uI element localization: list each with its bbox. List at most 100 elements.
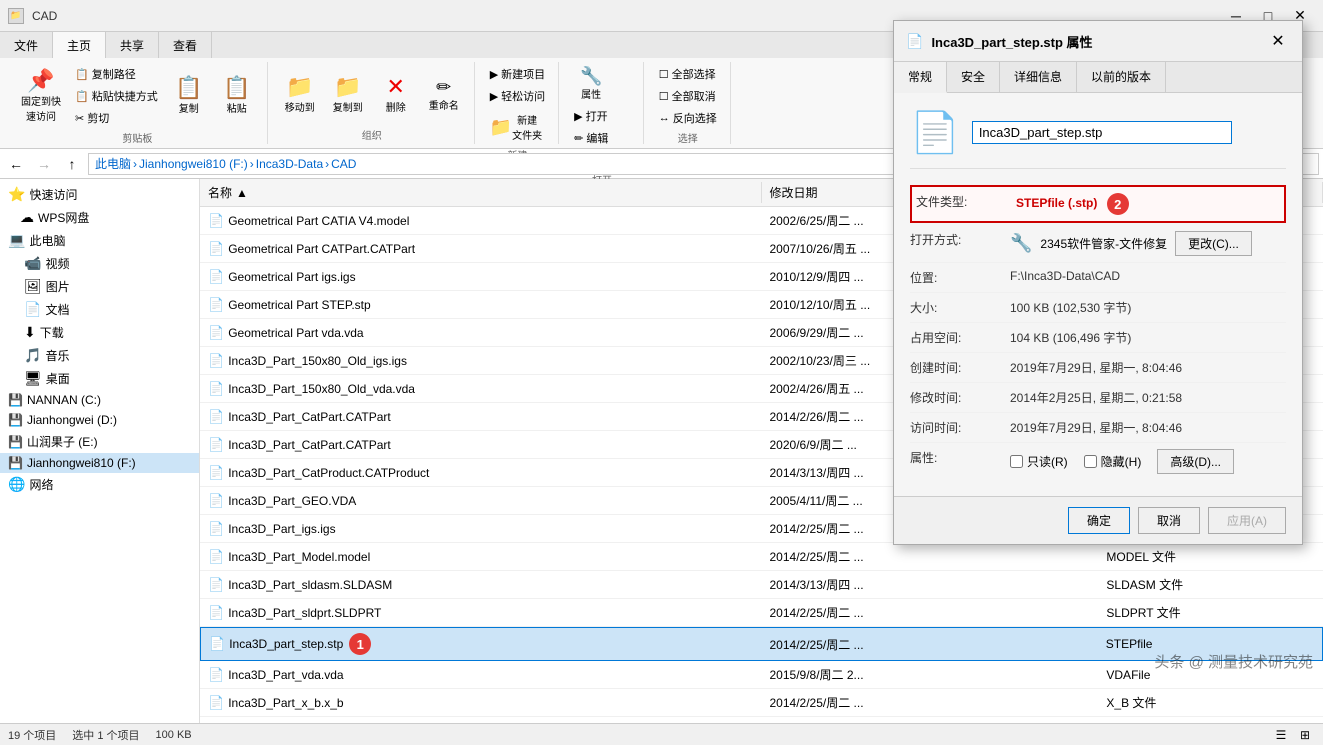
table-row[interactable]: 📄Inca3D_Part_vda.vda2015/9/8/周二 2...VDAF…	[200, 661, 1323, 689]
tab-home[interactable]: 主页	[53, 32, 106, 58]
sidebar-label-this-pc: 此电脑	[29, 232, 65, 249]
ribbon-group-organize: 📁 移动到 📁 复制到 ✕ 删除 ✏ 重命名 组织	[270, 62, 475, 144]
cancel-button[interactable]: 取消	[1138, 507, 1200, 534]
sidebar-item-docs[interactable]: 📄 文档	[0, 298, 199, 321]
sidebar-item-downloads[interactable]: ⬇ 下载	[0, 321, 199, 344]
paste-shortcut-icon: 📋	[75, 90, 89, 103]
readonly-checkbox[interactable]: 只读(R)	[1010, 453, 1068, 470]
sidebar-item-jianhongwei-d[interactable]: 💾 Jianhongwei (D:)	[0, 410, 199, 430]
sidebar-label-quick-access: 快速访问	[29, 186, 77, 203]
pin-to-quick-access-button[interactable]: 📌 固定到快速访问	[16, 67, 66, 126]
file-type-cell: SLDPRT 文件	[1098, 602, 1323, 623]
sidebar-item-desktop[interactable]: 🖥 桌面	[0, 367, 199, 390]
paste-shortcut-button[interactable]: 📋 粘贴快捷方式	[70, 86, 163, 106]
table-row[interactable]: 📄Inca3D_part_step.stp12014/2/25/周二 ...ST…	[200, 627, 1323, 661]
file-name-cell: 📄Inca3D_Part_x_b.x_b	[200, 693, 762, 713]
new-folder-button[interactable]: 📁 新建文件夹	[485, 108, 547, 145]
open-icon: ▶	[574, 110, 582, 123]
tab-file[interactable]: 文件	[0, 32, 53, 58]
sidebar-item-quick-access[interactable]: ⭐ 快速访问	[0, 183, 199, 206]
sidebar-label-music: 音乐	[45, 347, 69, 364]
openwith-label: 打开方式:	[910, 231, 1010, 248]
path-folder[interactable]: Inca3D-Data	[256, 157, 323, 171]
rename-button[interactable]: ✏ 重命名	[422, 75, 466, 115]
file-icon: 📄	[208, 437, 224, 453]
table-row[interactable]: 📄Inca3D_Part_Model.model2014/2/25/周二 ...…	[200, 543, 1323, 571]
table-row[interactable]: 📄Inca3D_Part_x_t.x_t2014/2/25/周二 ...X_T …	[200, 717, 1323, 723]
file-icon: 📄	[208, 723, 224, 724]
new-item-button[interactable]: ▶ 新建项目	[485, 64, 550, 84]
properties-button[interactable]: 🔧 属性	[569, 64, 613, 104]
change-openwith-button[interactable]: 更改(C)...	[1175, 231, 1252, 256]
new-buttons: ▶ 新建项目 ▶ 轻松访问 📁 新建文件夹	[485, 64, 550, 145]
copy-to-button[interactable]: 📁 复制到	[326, 73, 370, 117]
tab-view[interactable]: 查看	[159, 32, 212, 58]
hidden-checkbox[interactable]: 隐藏(H)	[1084, 453, 1142, 470]
edit-button[interactable]: ✏ 编辑	[569, 128, 613, 148]
file-date-cell: 2014/2/25/周二 ...	[762, 720, 1099, 723]
dialog-tab-details[interactable]: 详细信息	[1000, 62, 1077, 92]
dialog-footer: 确定 取消 应用(A)	[894, 496, 1302, 544]
select-buttons: ☐ 全部选择 ☐ 全部取消 ↔ 反向选择	[654, 64, 722, 128]
tab-share[interactable]: 共享	[106, 32, 159, 58]
deselect-all-button[interactable]: ☐ 全部取消	[654, 86, 721, 106]
file-type-cell: STEPfile	[1098, 635, 1322, 653]
paste-button[interactable]: 📋 粘贴	[215, 74, 259, 118]
table-row[interactable]: 📄Inca3D_Part_sldasm.SLDASM2014/3/13/周四 .…	[200, 571, 1323, 599]
sidebar-item-shanying-e[interactable]: 💾 山润果子 (E:)	[0, 430, 199, 453]
move-to-button[interactable]: 📁 移动到	[278, 73, 322, 117]
dialog-row-modified: 修改时间: 2014年2月25日, 星期二, 0:21:58	[910, 383, 1286, 413]
dialog-row-size-on-disk: 占用空间: 104 KB (106,496 字节)	[910, 323, 1286, 353]
sidebar-item-videos[interactable]: 📹 视频	[0, 252, 199, 275]
dialog-tab-previous[interactable]: 以前的版本	[1077, 62, 1166, 92]
path-this-pc[interactable]: 此电脑	[95, 155, 131, 172]
paste-icon: 📋	[223, 77, 250, 99]
cut-button[interactable]: ✂ 剪切	[70, 108, 163, 128]
size-on-disk-label: 占用空间:	[910, 329, 1010, 346]
sidebar-item-jianhongwei810-f[interactable]: 💾 Jianhongwei810 (F:)	[0, 453, 199, 473]
file-name-cell: 📄Geometrical Part vda.vda	[200, 323, 762, 343]
invert-selection-button[interactable]: ↔ 反向选择	[654, 108, 722, 128]
downloads-icon: ⬇	[24, 324, 36, 341]
hidden-input[interactable]	[1084, 455, 1097, 468]
grid-view-button[interactable]: ⊞	[1295, 726, 1315, 744]
table-row[interactable]: 📄Inca3D_Part_sldprt.SLDPRT2014/2/25/周二 .…	[200, 599, 1323, 627]
delete-icon: ✕	[386, 76, 404, 98]
copy-path-icon: 📋	[75, 68, 89, 81]
sidebar-item-this-pc[interactable]: 💻 此电脑	[0, 229, 199, 252]
list-view-button[interactable]: ☰	[1271, 726, 1291, 744]
sidebar-label-shanying-e: 山润果子 (E:)	[27, 433, 98, 450]
readonly-input[interactable]	[1010, 455, 1023, 468]
path-drive[interactable]: Jianhongwei810 (F:)	[139, 157, 248, 171]
back-button[interactable]: ←	[4, 152, 28, 176]
easy-access-button[interactable]: ▶ 轻松访问	[485, 86, 550, 106]
col-header-name[interactable]: 名称 ▲	[200, 182, 762, 203]
path-cad[interactable]: CAD	[331, 157, 356, 171]
sidebar-item-music[interactable]: 🎵 音乐	[0, 344, 199, 367]
ok-button[interactable]: 确定	[1068, 507, 1130, 534]
star-icon: ⭐	[8, 186, 25, 203]
select-all-button[interactable]: ☐ 全部选择	[654, 64, 721, 84]
delete-button[interactable]: ✕ 删除	[374, 73, 418, 117]
up-button[interactable]: ↑	[60, 152, 84, 176]
copy-path-button[interactable]: 📋 复制路径	[70, 64, 163, 84]
table-row[interactable]: 📄Inca3D_Part_x_b.x_b2014/2/25/周二 ...X_B …	[200, 689, 1323, 717]
sidebar-item-nannan[interactable]: 💾 NANNAN (C:)	[0, 390, 199, 410]
sidebar-item-network[interactable]: 🌐 网络	[0, 473, 199, 496]
dialog-row-accessed: 访问时间: 2019年7月29日, 星期一, 8:04:46	[910, 413, 1286, 443]
status-total: 19 个项目	[8, 727, 56, 743]
ribbon-group-clipboard: 📌 固定到快速访问 📋 复制路径 📋 粘贴快捷方式 ✂ 剪切	[8, 62, 268, 144]
copy-button[interactable]: 📋 复制	[167, 74, 211, 118]
dialog-close-button[interactable]: ✕	[1266, 29, 1290, 53]
forward-button[interactable]: →	[32, 152, 56, 176]
dialog-filename-input[interactable]	[972, 121, 1232, 144]
apply-button[interactable]: 应用(A)	[1208, 507, 1286, 534]
file-name-cell: 📄Inca3D_Part_vda.vda	[200, 665, 762, 685]
advanced-button[interactable]: 高级(D)...	[1157, 449, 1234, 474]
open-button[interactable]: ▶ 打开	[569, 106, 612, 126]
sidebar-label-desktop: 桌面	[46, 370, 70, 387]
dialog-tab-security[interactable]: 安全	[947, 62, 1000, 92]
dialog-tab-general[interactable]: 常规	[894, 62, 947, 93]
sidebar-item-wps[interactable]: ☁ WPS网盘	[0, 206, 199, 229]
sidebar-item-images[interactable]: 🖼 图片	[0, 275, 199, 298]
